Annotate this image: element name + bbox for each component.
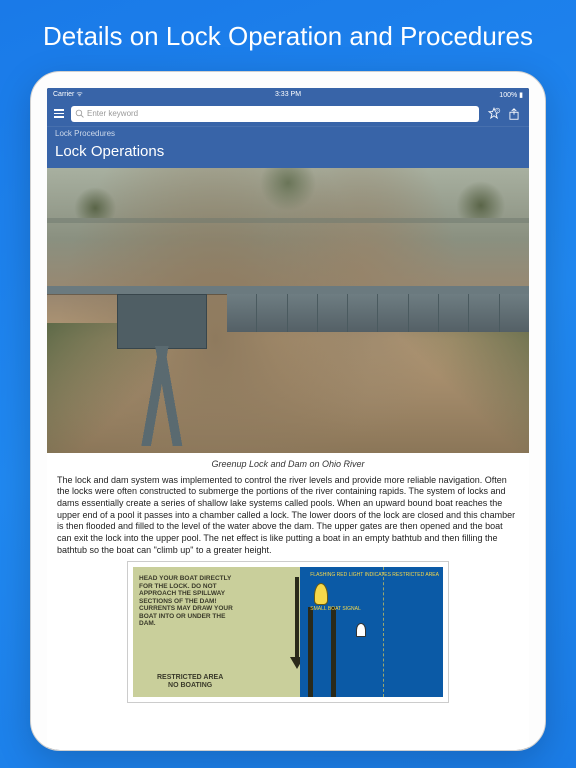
article-body: The lock and dam system was implemented … — [47, 473, 529, 563]
bookmark-icon[interactable]: 0 — [487, 107, 501, 121]
breadcrumb[interactable]: Lock Procedures — [47, 126, 529, 140]
diagram-warning-text: HEAD YOUR BOAT DIRECTLY FOR THE LOCK. DO… — [139, 575, 239, 627]
status-carrier: Carrier ᯤ — [53, 90, 83, 99]
buoy-icon — [356, 623, 366, 637]
status-bar: Carrier ᯤ 3:33 PM 100% ▮ — [47, 88, 529, 102]
share-icon[interactable] — [507, 107, 521, 121]
diagram-restricted-text: RESTRICTED AREANO BOATING — [157, 674, 223, 689]
hero-image-lock-dam — [47, 168, 529, 453]
search-input[interactable] — [87, 109, 475, 118]
tablet-frame: Carrier ᯤ 3:33 PM 100% ▮ 0 Lock Procedur… — [30, 71, 546, 751]
nav-actions: 0 — [483, 107, 525, 121]
search-box[interactable] — [71, 106, 479, 122]
nav-bar: 0 — [47, 102, 529, 126]
search-icon — [75, 109, 84, 118]
menu-button[interactable] — [51, 106, 67, 122]
status-time: 3:33 PM — [275, 91, 301, 98]
approach-diagram: HEAD YOUR BOAT DIRECTLY FOR THE LOCK. DO… — [128, 562, 448, 702]
image-caption: Greenup Lock and Dam on Ohio River — [47, 453, 529, 473]
diagram-right-labels: FLASHING RED LIGHT INDICATES RESTRICTED … — [310, 573, 439, 622]
promo-headline: Details on Lock Operation and Procedures — [13, 20, 563, 53]
status-battery: 100% ▮ — [499, 91, 523, 99]
content-area: Greenup Lock and Dam on Ohio River The l… — [47, 168, 529, 750]
page-title: Lock Operations — [47, 140, 529, 168]
tablet-screen: Carrier ᯤ 3:33 PM 100% ▮ 0 Lock Procedur… — [47, 88, 529, 750]
svg-text:0: 0 — [497, 108, 499, 112]
app-promo-background: Details on Lock Operation and Procedures… — [0, 0, 576, 768]
